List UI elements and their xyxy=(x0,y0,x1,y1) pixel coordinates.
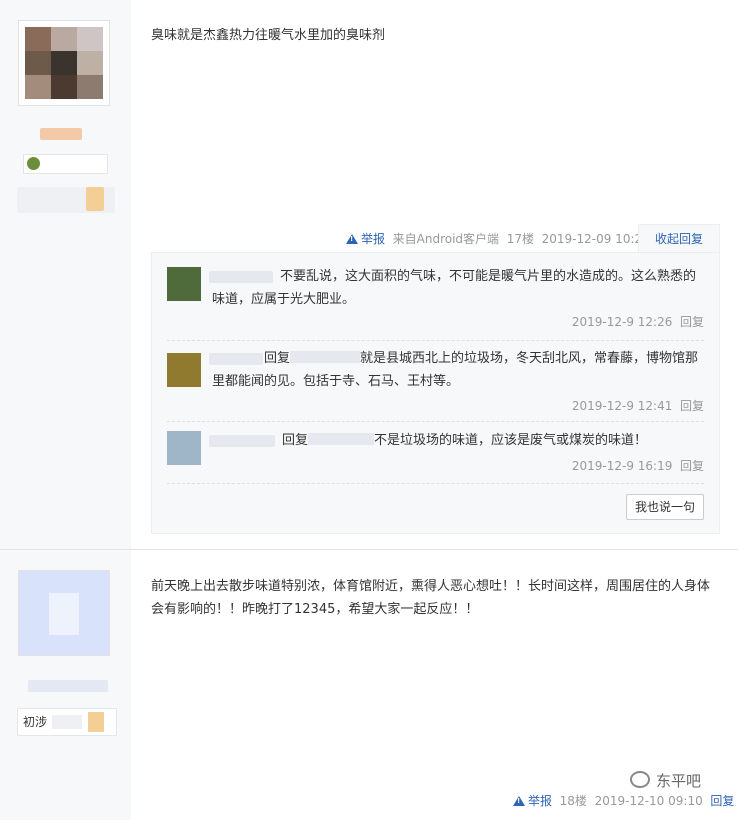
level-number-blurred xyxy=(86,187,104,211)
reply-link[interactable]: 回复 xyxy=(710,794,734,808)
reply-avatar[interactable] xyxy=(167,353,201,387)
reply-avatar[interactable] xyxy=(167,267,201,301)
avatar[interactable] xyxy=(18,20,110,106)
reply-area: 不要乱说，这大面积的气味，不可能是暖气片里的水造成的。这么熟悉的味道，应属于光大… xyxy=(151,252,720,534)
member-badge xyxy=(23,154,108,174)
post-meta: 举报 来自Android客户端 17楼 2019-12-09 10:25 xyxy=(346,230,650,247)
username-blurred[interactable] xyxy=(40,128,82,140)
report-link[interactable]: 举报 xyxy=(513,794,552,808)
level-number-blurred xyxy=(88,712,104,732)
sub-reply: 回复 不是垃圾场的味道，应该是废气或煤炭的味道！ 2019-12-9 16:19 … xyxy=(167,427,704,473)
post-time: 2019-12-10 09:10 xyxy=(594,794,703,808)
author-sidebar xyxy=(0,0,131,549)
reply-link[interactable]: 回复 xyxy=(680,315,704,329)
post-content: 前天晚上出去散步味道特别浓，体育馆附近，熏得人恶心想吐！！长时间这样，周围居住的… xyxy=(151,579,711,617)
client-source: 来自Android客户端 xyxy=(392,232,500,246)
post-floor-17: 臭味就是杰鑫热力往暖气水里加的臭味剂 举报 来自Android客户端 17楼 2… xyxy=(0,0,738,549)
username-blurred[interactable] xyxy=(28,680,108,692)
reply-meta: 2019-12-9 12:26 回复 xyxy=(571,315,704,329)
post-floor-18: 初涉 前天晚上出去散步味道特别浓，体育馆附近，熏得人恶心想吐！！长时间这样，周围… xyxy=(0,550,738,820)
divider xyxy=(167,340,704,341)
post-time: 2019-12-09 10:25 xyxy=(541,232,650,246)
reply-link[interactable]: 回复 xyxy=(680,399,704,413)
floor-number: 18楼 xyxy=(559,794,587,808)
say-something-button[interactable]: 我也说一句 xyxy=(626,494,704,520)
divider xyxy=(167,483,704,484)
reply-link[interactable]: 回复 xyxy=(680,459,704,473)
post-content: 臭味就是杰鑫热力往暖气水里加的臭味剂 xyxy=(151,28,386,43)
sub-reply: 回复 就是县城西北上的垃圾场，冬天刮北风，常春藤，博物馆那里都能闻的见。包括于寺、… xyxy=(167,347,704,413)
reply-text: 不要乱说，这大面积的气味，不可能是暖气片里的水造成的。这么熟悉的味道，应属于光大… xyxy=(212,269,697,307)
reply-avatar[interactable] xyxy=(167,431,201,465)
reply-text: 回复 就是县城西北上的垃圾场，冬天刮北风，常春藤，博物馆那里都能闻的见。包括于寺、… xyxy=(212,351,699,389)
level-badge: 初涉 xyxy=(17,708,117,736)
avatar[interactable] xyxy=(18,570,110,656)
wechat-icon xyxy=(630,771,650,788)
report-link[interactable]: 举报 xyxy=(346,232,385,246)
post-meta: 举报 18楼 2019-12-10 09:10 回复 xyxy=(513,792,734,809)
collapse-replies-button[interactable]: 收起回复 xyxy=(638,224,720,253)
warning-icon xyxy=(513,796,525,806)
author-sidebar: 初涉 xyxy=(0,550,131,820)
badge-icon xyxy=(27,157,40,170)
watermark: 东平吧 xyxy=(630,770,701,791)
reply-meta: 2019-12-9 16:19 回复 xyxy=(571,459,704,473)
warning-icon xyxy=(346,234,358,244)
divider xyxy=(167,421,704,422)
floor-number: 17楼 xyxy=(506,232,534,246)
sub-reply: 不要乱说，这大面积的气味，不可能是暖气片里的水造成的。这么熟悉的味道，应属于光大… xyxy=(167,261,704,333)
reply-text: 回复 不是垃圾场的味道，应该是废气或煤炭的味道！ xyxy=(282,433,648,448)
reply-meta: 2019-12-9 12:41 回复 xyxy=(571,399,704,413)
